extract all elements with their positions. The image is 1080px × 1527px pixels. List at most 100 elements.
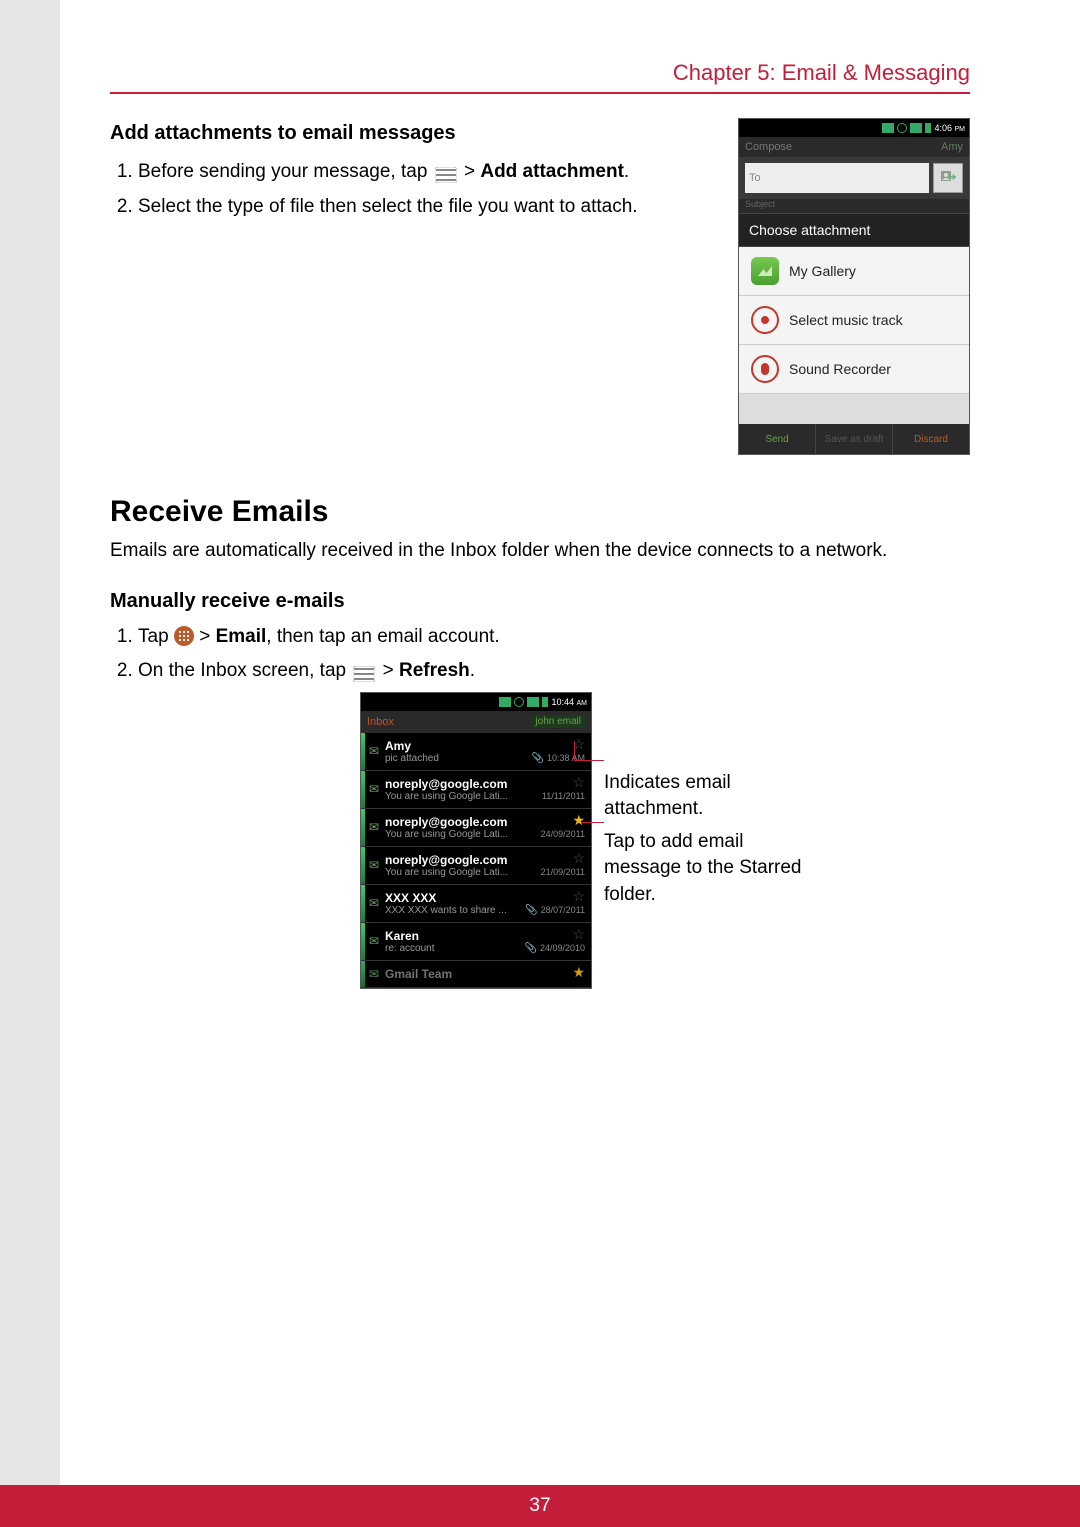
email-sender: noreply@google.com bbox=[385, 853, 535, 867]
discard-button[interactable]: Discard bbox=[893, 424, 969, 454]
star-icon[interactable]: ☆ bbox=[572, 775, 585, 789]
inbox-label: Inbox bbox=[367, 716, 394, 728]
email-sender: noreply@google.com bbox=[385, 777, 536, 791]
callout-line-1 bbox=[574, 760, 604, 761]
step-1-gt: > bbox=[464, 161, 480, 182]
annotations: Indicates email attachment. Tap to add e… bbox=[604, 692, 804, 909]
email-date: 28/07/2011 bbox=[541, 905, 585, 915]
email-meta: 📎10:38 AM bbox=[532, 753, 585, 764]
email-sender: noreply@google.com bbox=[385, 815, 535, 829]
chapter-header: Chapter 5: Email & Messaging bbox=[110, 60, 970, 94]
email-meta: 📎 28/07/2011 bbox=[525, 905, 585, 916]
wifi-icon-2 bbox=[527, 697, 539, 707]
add-contact-button[interactable] bbox=[933, 163, 963, 193]
signal-icon-2 bbox=[499, 697, 511, 707]
m2b: > bbox=[383, 660, 399, 681]
email-row[interactable]: ✉noreply@google.comYou are using Google … bbox=[361, 809, 591, 847]
status-icons-2 bbox=[499, 697, 548, 707]
sync-icon bbox=[897, 123, 907, 133]
m1a: Tap bbox=[138, 626, 174, 647]
step-2: Select the type of file then select the … bbox=[138, 193, 718, 222]
recorder-label: Sound Recorder bbox=[789, 361, 891, 377]
attachment-option-gallery[interactable]: My Gallery bbox=[739, 247, 969, 296]
dialog-gap bbox=[739, 394, 969, 424]
email-meta: 21/09/2011 bbox=[541, 867, 585, 877]
annotation-attachment: Indicates email attachment. bbox=[604, 770, 804, 823]
compose-label: Compose bbox=[745, 141, 792, 153]
email-subject: You are using Google Lati... bbox=[385, 867, 535, 878]
email-date: 21/09/2011 bbox=[541, 867, 585, 877]
email-meta: 24/09/2011 bbox=[541, 829, 585, 839]
send-button[interactable]: Send bbox=[739, 424, 816, 454]
m2c: Refresh bbox=[399, 660, 470, 681]
email-row[interactable]: ✉XXX XXXXXX XXX wants to share ... ☆ 📎 28/0… bbox=[361, 885, 591, 923]
star-icon[interactable]: ☆ bbox=[572, 927, 585, 941]
attachment-option-music[interactable]: Select music track bbox=[739, 296, 969, 345]
manually-receive-subheading: Manually receive e-mails bbox=[110, 590, 970, 613]
wifi-icon bbox=[910, 123, 922, 133]
page-edge-shadow bbox=[0, 0, 60, 1485]
envelope-icon: ✉ bbox=[365, 961, 383, 987]
envelope-icon: ✉ bbox=[365, 885, 383, 922]
email-sender: Gmail Team bbox=[385, 967, 566, 981]
sync-icon-2 bbox=[514, 697, 524, 707]
m1d: , then tap an email account. bbox=[266, 626, 499, 647]
to-input[interactable]: To bbox=[745, 163, 929, 193]
menu-icon bbox=[435, 164, 457, 180]
signal-icon bbox=[882, 123, 894, 133]
star-icon[interactable]: ★ bbox=[572, 813, 585, 827]
email-row[interactable]: ✉noreply@google.comYou are using Google … bbox=[361, 771, 591, 809]
envelope-icon: ✉ bbox=[365, 847, 383, 884]
compose-header: Compose Amy bbox=[739, 137, 969, 157]
step-1: Before sending your message, tap > Add a… bbox=[138, 158, 718, 187]
attachment-clip-icon: 📎 bbox=[532, 753, 544, 764]
email-date: 11/11/2011 bbox=[542, 791, 585, 801]
step-1-bold: Add attachment bbox=[480, 161, 624, 182]
email-meta: 📎24/09/2010 bbox=[525, 943, 586, 954]
subject-bar: Subject bbox=[739, 199, 969, 213]
star-icon[interactable]: ☆ bbox=[572, 889, 585, 903]
email-date: 10:38 AM bbox=[547, 753, 585, 763]
annotation-star: Tap to add email message to the Starred … bbox=[604, 829, 804, 909]
phone-inbox-screenshot: 10:44 AM Inbox john email ✉Amypic attach… bbox=[360, 692, 592, 989]
email-row[interactable]: ✉Amypic attached☆📎10:38 AM bbox=[361, 733, 591, 771]
email-date: 24/09/2010 bbox=[540, 943, 585, 953]
attachment-clip-icon: 📎 bbox=[525, 905, 537, 916]
attachment-option-recorder[interactable]: Sound Recorder bbox=[739, 345, 969, 394]
recorder-icon bbox=[751, 355, 779, 383]
email-meta: 11/11/2011 bbox=[542, 791, 585, 801]
callout-line-2 bbox=[582, 822, 604, 823]
page-footer: 37 bbox=[0, 1485, 1080, 1527]
inbox-header: Inbox john email bbox=[361, 711, 591, 733]
email-row[interactable]: ✉Gmail Team ★ bbox=[361, 961, 591, 988]
email-sender: Amy bbox=[385, 739, 526, 753]
to-field-row: To bbox=[739, 157, 969, 199]
star-icon[interactable]: ☆ bbox=[572, 851, 585, 865]
compose-account: Amy bbox=[941, 141, 963, 153]
email-subject: You are using Google Lati... bbox=[385, 791, 536, 802]
apps-launcher-icon bbox=[174, 626, 194, 646]
m1c: Email bbox=[216, 626, 267, 647]
gallery-icon bbox=[751, 257, 779, 285]
status-bar: 4:06 PM bbox=[739, 119, 969, 137]
gallery-label: My Gallery bbox=[789, 263, 856, 279]
compose-action-bar: Send Save as draft Discard bbox=[739, 424, 969, 454]
m2a: On the Inbox screen, tap bbox=[138, 660, 351, 681]
battery-icon-2 bbox=[542, 697, 548, 707]
status-time-2: 10:44 AM bbox=[551, 697, 587, 707]
email-sender: XXX XXX bbox=[385, 891, 519, 905]
page-number: 37 bbox=[529, 1495, 550, 1517]
email-sender: Karen bbox=[385, 929, 519, 943]
email-row[interactable]: ✉Karenre: account☆📎24/09/2010 bbox=[361, 923, 591, 961]
battery-icon bbox=[925, 123, 931, 133]
email-subject: XXX XXX wants to share ... bbox=[385, 905, 519, 916]
star-icon[interactable]: ★ bbox=[572, 965, 585, 979]
email-row[interactable]: ✉noreply@google.comYou are using Google … bbox=[361, 847, 591, 885]
step-1-period: . bbox=[624, 161, 629, 182]
save-draft-button[interactable]: Save as draft bbox=[816, 424, 893, 454]
choose-attachment-header: Choose attachment bbox=[739, 213, 969, 247]
inbox-account[interactable]: john email bbox=[531, 715, 585, 728]
menu-icon-2 bbox=[353, 663, 375, 679]
manual-step-1: Tap > Email, then tap an email account. bbox=[138, 623, 970, 652]
email-subject: re: account bbox=[385, 943, 519, 954]
